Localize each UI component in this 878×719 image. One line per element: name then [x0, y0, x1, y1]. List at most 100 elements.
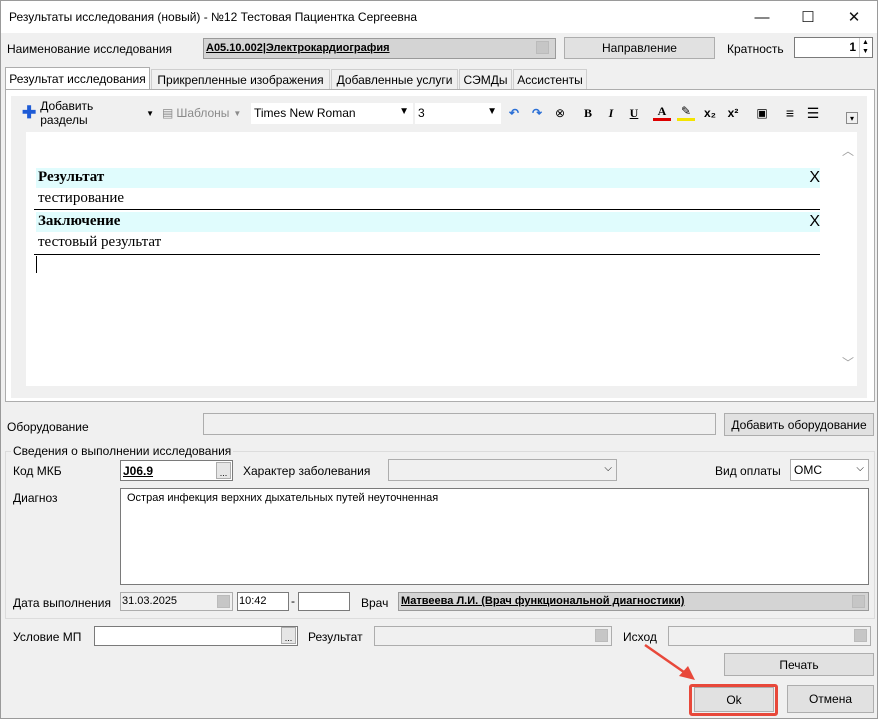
payment-type-value: ОМС: [794, 463, 822, 477]
calendar-icon[interactable]: [217, 595, 230, 608]
scroll-down-icon[interactable]: ﹀: [842, 354, 854, 371]
direction-button[interactable]: Направление: [564, 37, 715, 59]
time-start-value: 10:42: [239, 595, 267, 607]
chevron-down-icon: ▼: [399, 106, 409, 117]
result-field: [374, 626, 612, 646]
chevron-down-icon: ⌵: [856, 463, 864, 474]
multiplicity-label: Кратность: [727, 42, 784, 56]
font-name-select[interactable]: Times New Roman ▼: [251, 103, 413, 124]
chevron-down-icon: ▼: [146, 108, 154, 118]
scroll-up-icon[interactable]: ︿: [842, 142, 854, 159]
tab-assistants[interactable]: Ассистенты: [513, 69, 587, 89]
execution-date-value: 31.03.2025: [122, 595, 178, 607]
condition-lookup-button[interactable]: ...: [281, 627, 296, 644]
maximize-button[interactable]: ☐: [785, 1, 831, 33]
minimize-button[interactable]: —: [739, 1, 785, 33]
spinner-arrows-icon[interactable]: ▲ ▼: [859, 38, 871, 57]
result-lookup-button[interactable]: [595, 629, 608, 642]
chevron-down-icon: ▼: [487, 106, 497, 117]
bold-button[interactable]: B: [580, 104, 596, 122]
section-divider: [34, 254, 820, 255]
templates-button[interactable]: ▤ Шаблоны ▼: [162, 104, 248, 122]
font-color-button[interactable]: A: [653, 104, 671, 121]
study-name-field: A05.10.002|Электрокардиография: [203, 38, 556, 59]
chevron-down-icon: ⌵: [604, 463, 612, 474]
execution-group-title: Сведения о выполнении исследования: [11, 444, 234, 458]
diagnosis-label: Диагноз: [13, 491, 58, 505]
multiplicity-value: 1: [849, 40, 856, 54]
tab-added-services[interactable]: Добавленные услуги: [331, 69, 458, 89]
section-header-conclusion: Заключение X: [36, 212, 820, 232]
study-name-label: Наименование исследования: [7, 42, 173, 56]
tab-attached-images[interactable]: Прикрепленные изображения: [151, 69, 330, 89]
payment-type-label: Вид оплаты: [715, 464, 781, 478]
result-label: Результат: [308, 630, 363, 644]
align-center-icon[interactable]: ☰: [804, 104, 822, 122]
highlight-pen-icon[interactable]: ✎: [677, 104, 695, 121]
template-icon: ▤: [162, 106, 174, 120]
close-icon: ✕: [847, 9, 861, 26]
maximize-icon: ☐: [801, 9, 815, 26]
templates-label: Шаблоны: [176, 106, 230, 120]
font-size-select[interactable]: 3 ▼: [415, 103, 501, 124]
annotation-arrow-icon: [644, 643, 695, 680]
time-end-field[interactable]: [298, 592, 350, 611]
undo-icon[interactable]: ↶: [505, 104, 523, 122]
doctor-field: Матвеева Л.И. (Врач функциональной диагн…: [398, 592, 869, 611]
subscript-button[interactable]: x₂: [701, 104, 719, 122]
find-binoculars-icon[interactable]: ⊗: [551, 104, 569, 122]
payment-type-select[interactable]: ОМС ⌵: [790, 459, 869, 481]
multiplicity-spinner[interactable]: 1 ▲ ▼: [794, 37, 873, 58]
minimize-icon: —: [754, 8, 770, 26]
remove-section-button[interactable]: X: [809, 169, 820, 187]
underline-button[interactable]: U: [626, 104, 642, 122]
italic-button[interactable]: I: [603, 104, 619, 122]
equipment-field: [203, 413, 716, 435]
redo-icon[interactable]: ↷: [528, 104, 546, 122]
section-title: Результат: [38, 169, 105, 185]
insert-image-icon[interactable]: ▣: [753, 104, 771, 122]
section-text-result[interactable]: тестирование: [36, 190, 820, 208]
doctor-value: Матвеева Л.И. (Врач функциональной диагн…: [401, 595, 685, 607]
toolbar-overflow-icon[interactable]: ▾: [846, 112, 858, 124]
align-left-icon[interactable]: ≡: [781, 104, 799, 122]
add-sections-label: Добавить разделы: [40, 99, 94, 127]
doctor-label: Врач: [361, 596, 389, 610]
font-name-value: Times New Roman: [254, 106, 356, 120]
execution-date-label: Дата выполнения: [13, 596, 111, 610]
condition-field[interactable]: [94, 626, 298, 646]
time-start-field[interactable]: 10:42: [237, 592, 289, 611]
editor-scrollbar[interactable]: ︿ ﹀: [839, 132, 857, 386]
window-title: Результаты исследования (новый) - №12 Те…: [9, 10, 418, 24]
mkb-lookup-button[interactable]: ...: [216, 462, 231, 479]
close-button[interactable]: ✕: [831, 1, 877, 33]
study-name-lookup-button[interactable]: [536, 41, 549, 54]
remove-section-button[interactable]: X: [809, 213, 820, 231]
cancel-button[interactable]: Отмена: [787, 685, 874, 713]
outcome-lookup-button[interactable]: [854, 629, 867, 642]
diagnosis-textarea[interactable]: Острая инфекция верхних дыхательных путе…: [120, 488, 869, 585]
print-button[interactable]: Печать: [724, 653, 874, 676]
font-size-value: 3: [418, 106, 425, 120]
section-divider: [34, 209, 820, 210]
mkb-label: Код МКБ: [13, 464, 62, 478]
plus-icon: ✚: [22, 103, 37, 122]
add-equipment-button[interactable]: Добавить оборудование: [724, 413, 874, 436]
superscript-button[interactable]: x²: [724, 104, 742, 122]
tab-semd[interactable]: СЭМДы: [459, 69, 512, 89]
mkb-value: J06.9: [123, 464, 154, 478]
equipment-label: Оборудование: [7, 420, 89, 434]
title-bar: Результаты исследования (новый) - №12 Те…: [1, 1, 877, 33]
disease-character-label: Характер заболевания: [243, 464, 371, 478]
section-header-result: Результат X: [36, 168, 820, 188]
time-separator: -: [291, 594, 295, 608]
disease-character-select[interactable]: ⌵: [388, 459, 617, 481]
doctor-lookup-button[interactable]: [852, 595, 865, 608]
section-text-conclusion[interactable]: тестовый результат: [36, 234, 820, 252]
rich-text-editor[interactable]: Результат X тестирование Заключение X те…: [26, 132, 839, 386]
tab-result[interactable]: Результат исследования: [5, 67, 150, 89]
add-sections-button[interactable]: ✚ Добавить разделы ▼: [22, 99, 154, 127]
results-dialog: Результаты исследования (новый) - №12 Те…: [0, 0, 878, 719]
chevron-down-icon: ▼: [233, 108, 242, 118]
diagnosis-value: Острая инфекция верхних дыхательных путе…: [127, 492, 439, 504]
